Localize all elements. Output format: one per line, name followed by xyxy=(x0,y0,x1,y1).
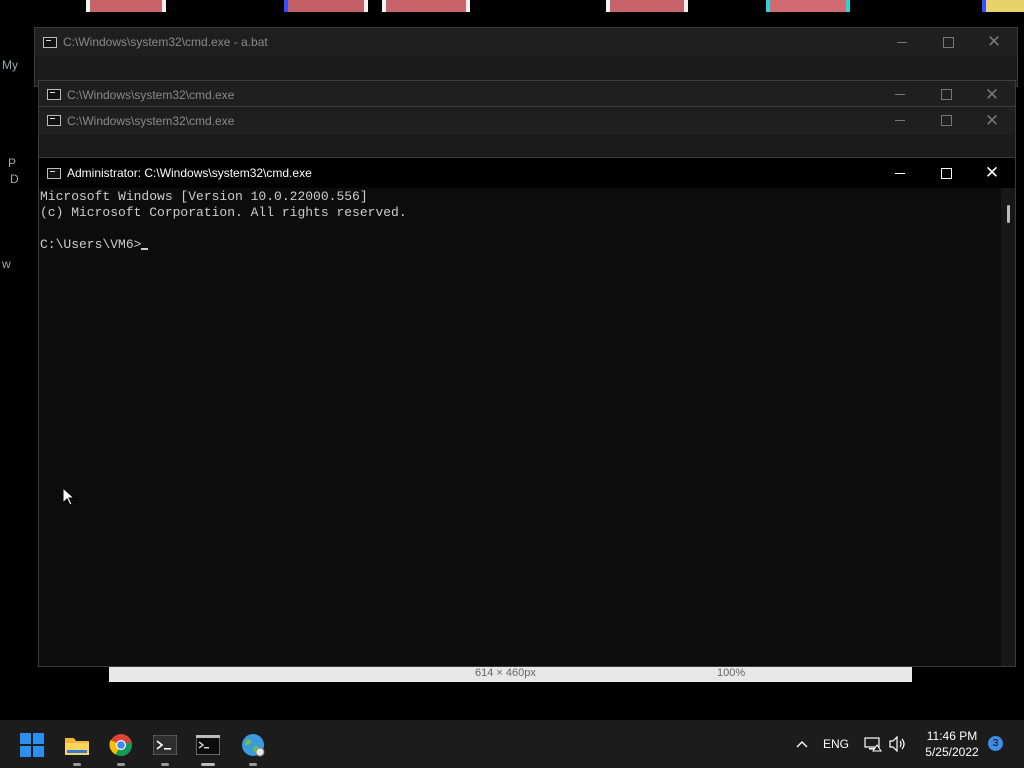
minimize-button[interactable] xyxy=(877,107,923,134)
desktop-thumbnail-strip xyxy=(606,0,688,12)
scrollbar-thumb[interactable] xyxy=(1007,205,1010,223)
clock-button[interactable]: 11:46 PM 5/25/2022 xyxy=(918,728,986,760)
minimize-icon xyxy=(897,41,907,43)
titlebar[interactable]: C:\Windows\system32\cmd.exe ✕ xyxy=(39,107,1015,134)
minimize-button[interactable] xyxy=(877,158,923,188)
maximize-icon xyxy=(940,167,952,179)
minimize-button[interactable] xyxy=(879,28,925,56)
titlebar[interactable]: Administrator: C:\Windows\system32\cmd.e… xyxy=(39,158,1015,188)
maximize-icon xyxy=(940,89,952,100)
desktop-thumbnail-strip xyxy=(86,0,166,12)
taskbar: ENG 11:46 PM 5/25/2022 xyxy=(0,720,1024,768)
taskbar-chrome[interactable] xyxy=(104,728,138,766)
window-title: C:\Windows\system32\cmd.exe xyxy=(67,113,235,128)
window-title: C:\Windows\system32\cmd.exe - a.bat xyxy=(63,35,268,49)
vertical-scrollbar[interactable] xyxy=(1001,188,1015,666)
minimize-icon xyxy=(895,172,905,174)
desktop-thumbnail-strip xyxy=(382,0,470,12)
running-indicator xyxy=(201,763,215,766)
desktop-icon-label: P xyxy=(8,156,17,170)
text-cursor xyxy=(141,248,149,250)
cmd-window-2[interactable]: C:\Windows\system32\cmd.exe ✕ xyxy=(38,106,1016,158)
zoom-label: 100% xyxy=(717,667,746,679)
taskbar-command-prompt[interactable] xyxy=(191,728,225,766)
titlebar[interactable]: C:\Windows\system32\cmd.exe - a.bat ✕ xyxy=(35,28,1017,56)
console-output[interactable]: Microsoft Windows [Version 10.0.22000.55… xyxy=(39,188,1001,666)
desktop-icon-label: My xyxy=(2,58,18,72)
chrome-icon xyxy=(109,734,132,756)
cmd-window-admin[interactable]: Administrator: C:\Windows\system32\cmd.e… xyxy=(38,157,1016,667)
close-button[interactable]: ✕ xyxy=(969,107,1015,134)
desktop-icon-label: w xyxy=(2,257,11,271)
desktop-thumbnail-strip xyxy=(284,0,368,12)
cmd-window-bat[interactable]: C:\Windows\system32\cmd.exe - a.bat ✕ xyxy=(34,27,1018,87)
close-button[interactable]: ✕ xyxy=(971,28,1017,56)
mouse-pointer-icon xyxy=(62,487,76,506)
maximize-button[interactable] xyxy=(923,158,969,188)
console-line: (c) Microsoft Corporation. All rights re… xyxy=(40,205,407,220)
start-button[interactable] xyxy=(15,728,49,762)
window-title: C:\Windows\system32\cmd.exe xyxy=(67,87,235,102)
windows-logo-icon xyxy=(20,733,44,757)
clock-date: 5/25/2022 xyxy=(925,745,979,759)
network-icon xyxy=(864,737,882,752)
volume-button[interactable] xyxy=(889,720,907,768)
notification-badge[interactable]: 3 xyxy=(988,736,1003,751)
language-indicator[interactable]: ENG xyxy=(823,720,849,768)
close-button[interactable]: ✕ xyxy=(969,158,1015,188)
minimize-button[interactable] xyxy=(877,81,923,108)
console-prompt-line[interactable]: C:\Users\VM6> xyxy=(40,237,1000,253)
taskbar-file-explorer[interactable] xyxy=(60,728,94,766)
dimensions-label: 614 × 460px xyxy=(475,667,536,679)
desktop-thumbnail-strip xyxy=(982,0,1024,12)
globe-icon xyxy=(242,734,265,757)
desktop-thumbnail-strip xyxy=(766,0,850,12)
terminal-icon xyxy=(153,735,177,755)
cmd-icon xyxy=(47,89,61,100)
desktop-icon-label: D xyxy=(10,172,19,186)
close-button[interactable]: ✕ xyxy=(969,81,1015,108)
cmd-icon xyxy=(196,735,220,755)
maximize-button[interactable] xyxy=(925,28,971,56)
titlebar[interactable]: C:\Windows\system32\cmd.exe ✕ xyxy=(39,81,1015,108)
maximize-button[interactable] xyxy=(923,81,969,108)
minimize-icon xyxy=(895,120,905,121)
cmd-icon xyxy=(47,115,61,126)
running-indicator xyxy=(249,763,257,766)
maximize-icon xyxy=(940,115,952,126)
maximize-button[interactable] xyxy=(923,107,969,134)
minimize-icon xyxy=(895,94,905,95)
chevron-up-icon xyxy=(796,741,808,748)
speaker-icon xyxy=(889,736,905,752)
folder-icon xyxy=(65,738,89,755)
tray-chevron-button[interactable] xyxy=(792,720,812,768)
cmd-icon xyxy=(47,167,61,179)
taskbar-network-app[interactable] xyxy=(236,728,270,766)
clock-time: 11:46 PM xyxy=(926,729,978,743)
cmd-icon xyxy=(43,36,57,48)
running-indicator xyxy=(117,763,125,766)
console-line: Microsoft Windows [Version 10.0.22000.55… xyxy=(40,189,368,204)
maximize-icon xyxy=(942,36,954,48)
window-title: Administrator: C:\Windows\system32\cmd.e… xyxy=(67,166,312,180)
running-indicator xyxy=(161,763,169,766)
running-indicator xyxy=(73,763,81,766)
network-status-button[interactable] xyxy=(864,720,882,768)
taskbar-terminal[interactable] xyxy=(148,728,182,766)
console-prompt: C:\Users\VM6> xyxy=(40,237,142,252)
